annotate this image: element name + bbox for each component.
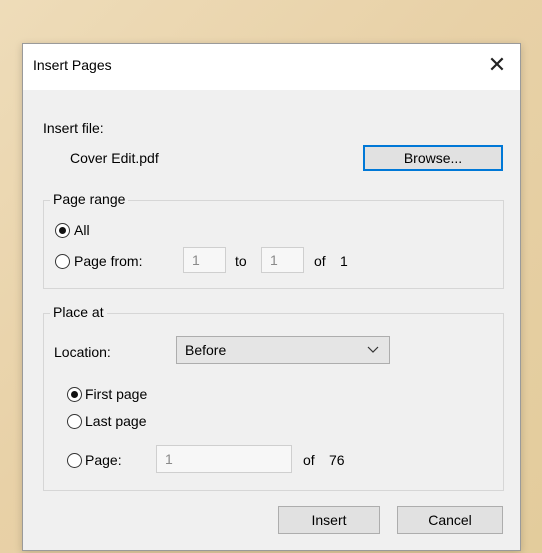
page-number-input[interactable]: 1 — [156, 445, 292, 473]
first-page-label: First page — [85, 386, 148, 402]
page-from-radio[interactable] — [55, 254, 70, 269]
insert-file-label: Insert file: — [43, 120, 104, 136]
last-page-label: Last page — [85, 413, 147, 429]
page-label: Page: — [85, 452, 122, 468]
page-from-label: Page from: — [74, 253, 143, 269]
first-page-radio[interactable] — [67, 387, 82, 402]
last-page-radio[interactable] — [67, 414, 82, 429]
dialog-title: Insert Pages — [33, 57, 112, 73]
chevron-down-icon — [367, 346, 379, 353]
page-from-input[interactable]: 1 — [183, 247, 226, 273]
place-at-title: Place at — [50, 304, 107, 320]
file-name: Cover Edit.pdf — [70, 150, 159, 166]
place-total: 76 — [329, 452, 345, 468]
all-radio[interactable] — [55, 223, 70, 238]
browse-button[interactable]: Browse... — [363, 145, 503, 171]
page-radio[interactable] — [67, 453, 82, 468]
location-value: Before — [185, 342, 227, 358]
all-label: All — [74, 222, 90, 238]
close-icon[interactable]: ✕ — [484, 53, 510, 79]
page-range-group: Page range All Page from: 1 to 1 of 1 — [43, 191, 504, 289]
cancel-button[interactable]: Cancel — [397, 506, 503, 534]
location-label: Location: — [54, 344, 111, 360]
place-of-label: of — [303, 452, 315, 468]
place-at-group: Place at Location: Before First page Las… — [43, 304, 504, 491]
range-of-label: of — [314, 253, 326, 269]
page-range-title: Page range — [50, 191, 129, 207]
page-to-input[interactable]: 1 — [261, 247, 304, 273]
location-select[interactable]: Before — [176, 336, 390, 364]
insert-pages-dialog: Insert Pages ✕ Insert file: Cover Edit.p… — [22, 43, 521, 551]
range-total: 1 — [340, 253, 348, 269]
title-bar: Insert Pages ✕ — [23, 44, 520, 90]
insert-button[interactable]: Insert — [278, 506, 380, 534]
to-label: to — [235, 253, 247, 269]
